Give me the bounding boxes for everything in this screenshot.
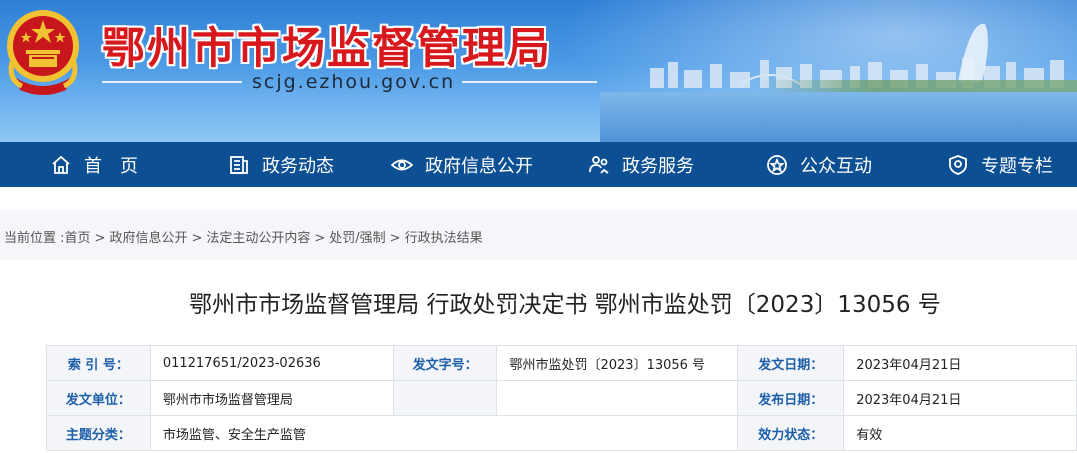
table-row: 主题分类： 市场监管、安全生产监管 效力状态： 有效 [46, 415, 1077, 451]
breadcrumb-bar: 当前位置 :首页 > 政府信息公开 > 法定主动公开内容 > 处罚/强制 > 行政执法结果 [0, 210, 1077, 260]
meta-value-index: 011217651/2023-02636 [149, 345, 394, 381]
national-emblem-icon [7, 10, 79, 95]
breadcrumb-link-info-disclosure[interactable]: 政府信息公开 [109, 231, 187, 246]
decor-line-right [462, 81, 597, 83]
breadcrumb-link-penalty[interactable]: 处罚/强制 [329, 231, 385, 246]
bureau-title: 鄂州市市场监督管理局 [102, 24, 552, 74]
nav-label: 首 页 [84, 155, 138, 177]
breadcrumb-prefix: 当前位置 : [4, 231, 65, 246]
home-icon [52, 155, 70, 174]
meta-empty-cell [392, 380, 498, 416]
nav-item-home[interactable]: 首 页 [50, 142, 138, 187]
nav-item-news[interactable]: 政务动态 [228, 142, 334, 187]
table-row: 发文单位： 鄂州市市场监督管理局 发布日期： 2023年04月21日 [46, 380, 1077, 416]
nav-label: 政务服务 [622, 155, 694, 177]
site-domain: scjg.ezhou.gov.cn [252, 71, 456, 93]
breadcrumb-link-enforcement-results[interactable]: 行政执法结果 [405, 231, 483, 246]
meta-label: 主题分类： [46, 415, 151, 451]
breadcrumb: 当前位置 :首页 > 政府信息公开 > 法定主动公开内容 > 处罚/强制 > 行政执法结果 [4, 227, 483, 246]
lake [600, 92, 1077, 142]
meta-label: 发布日期： [737, 380, 845, 416]
nav-label: 政府信息公开 [425, 155, 533, 177]
decor-line-left [102, 81, 242, 83]
meta-value-doc-no: 鄂州市监处罚〔2023〕13056 号 [496, 345, 739, 381]
meta-value-publish-date: 2023年04月21日 [843, 380, 1077, 416]
meta-value-issue-date: 2023年04月21日 [843, 345, 1077, 381]
meta-label: 索 引 号： [46, 345, 151, 381]
eye-icon [391, 159, 413, 170]
topic-icon [949, 154, 967, 175]
nav-label: 专题专栏 [981, 155, 1053, 177]
meta-label: 发文字号： [392, 345, 498, 381]
service-icon [589, 155, 609, 174]
meta-label: 发文单位： [46, 380, 151, 416]
article-title: 鄂州市市场监督管理局 行政处罚决定书 鄂州市监处罚〔2023〕13056 号 [189, 292, 941, 318]
nav-item-topics[interactable]: 专题专栏 [947, 142, 1053, 187]
table-row: 索 引 号： 011217651/2023-02636 发文字号： 鄂州市监处罚… [46, 345, 1077, 381]
nav-item-info-disclosure[interactable]: 政府信息公开 [391, 142, 533, 187]
breadcrumb-link-home[interactable]: 首页 [65, 231, 91, 246]
breadcrumb-separator: > [389, 231, 401, 246]
breadcrumb-link-statutory-content[interactable]: 法定主动公开内容 [206, 231, 310, 246]
nav-label: 公众互动 [800, 155, 872, 177]
meta-label: 效力状态： [737, 415, 845, 451]
breadcrumb-separator: > [94, 231, 106, 246]
header-banner: 鄂州市市场监督管理局 scjg.ezhou.gov.cn [0, 0, 1077, 142]
meta-value-status: 有效 [843, 415, 1077, 451]
main-nav: 首 页 政务动态 政府信息公开 政务服务 公众互动 专题专栏 [0, 142, 1077, 187]
news-icon [230, 155, 248, 174]
breadcrumb-separator: > [314, 231, 326, 246]
meta-value-topic: 市场监管、安全生产监管 [149, 415, 739, 451]
document-meta-table: 索 引 号： 011217651/2023-02636 发文字号： 鄂州市监处罚… [46, 345, 1077, 451]
meta-value-issuer: 鄂州市市场监督管理局 [149, 380, 394, 416]
nav-item-interaction[interactable]: 公众互动 [766, 142, 872, 187]
interact-icon [767, 154, 787, 175]
meta-empty-cell [496, 380, 739, 416]
meta-label: 发文日期： [737, 345, 845, 381]
nav-item-services[interactable]: 政务服务 [588, 142, 694, 187]
breadcrumb-separator: > [191, 231, 203, 246]
nav-label: 政务动态 [262, 155, 334, 177]
